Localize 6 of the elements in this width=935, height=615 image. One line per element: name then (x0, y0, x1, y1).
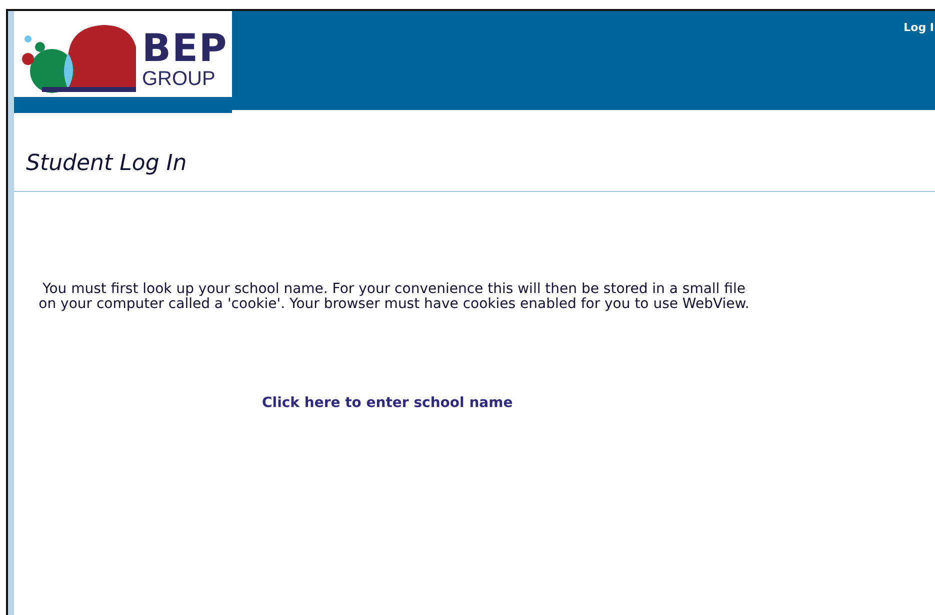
login-link[interactable]: Log I (904, 21, 934, 34)
page-title: Student Log In (26, 150, 188, 178)
logo-name: BEP (142, 28, 228, 68)
instruction-text: You must first look up your school name. For your convenience this will then be stored in a small file on your computer called a 'cookie'. Your browser must have cookies enabled for you to use WebView. (38, 282, 750, 312)
logo-subtitle: GROUP (142, 68, 216, 90)
enter-school-link[interactable]: Click here to enter school name (262, 395, 513, 411)
